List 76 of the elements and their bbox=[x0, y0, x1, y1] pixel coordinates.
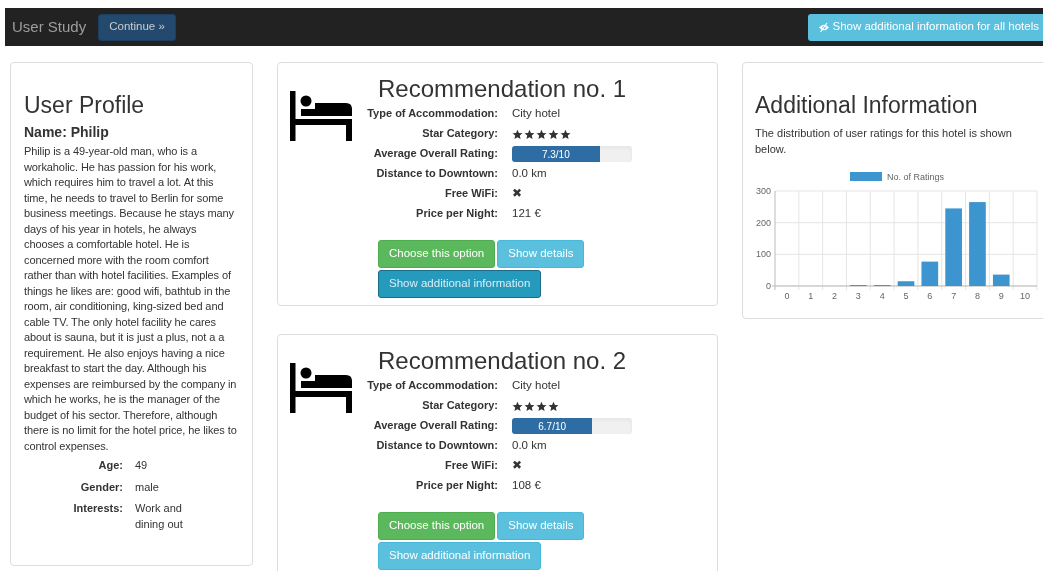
eye-slash-icon bbox=[817, 21, 830, 33]
fact-label: Interests: bbox=[73, 502, 123, 514]
rating-bar bbox=[921, 261, 939, 286]
star-icon bbox=[512, 400, 523, 412]
y-tick-label: 0 bbox=[766, 281, 771, 291]
continue-button[interactable]: Continue » bbox=[98, 13, 176, 41]
attribute-value: 0.0 km bbox=[512, 438, 547, 454]
star-icon bbox=[524, 128, 535, 140]
x-tick-label: 2 bbox=[832, 291, 838, 301]
fact-value: 49 bbox=[135, 458, 149, 473]
attribute-label: Average Overall Rating: bbox=[373, 147, 498, 160]
attribute-label: Free WiFi: bbox=[444, 187, 498, 200]
attribute-value: City hotel bbox=[512, 106, 560, 122]
rating-fill: 6.7/10 bbox=[512, 418, 593, 434]
additional-info-text: The distribution of user ratings for this hotel is shown below. bbox=[755, 126, 1013, 157]
fact-label: Gender: bbox=[80, 480, 123, 493]
attribute-value: ✖ bbox=[512, 458, 522, 474]
star-icon bbox=[560, 128, 571, 140]
x-tick-label: 1 bbox=[808, 291, 814, 301]
star-icon bbox=[536, 400, 547, 412]
x-tick-label: 10 bbox=[1020, 291, 1031, 301]
star-icon bbox=[548, 400, 559, 412]
legend-label: No. of Ratings bbox=[887, 172, 945, 182]
attribute-value: City hotel bbox=[512, 378, 560, 394]
profile-description: Philip is a 49-year-old man, who is a workaholic. He has passion for his work, which requires him to travel a lot. At this time, he needs to travel to Berlin for some business meetings. Because he stays many days of his year in hotels, he always chooses a comfortable hotel. He is concerned more with the room comfort rather than with hotel facilities. Examples of things he likes are: good wifi, bathtub in the room, air conditioning, king-sized bed and cable TV. The only hotel facility he cares about is sauna, but it is just a plus, not a a requirement. He also enjoys having a nice breakfast to start the day. Although his expenses are reimbursed by the company in which he works, he is the manager of the budget of his sector. Therefore, although there is no limit for the hotel price, he likes to control expenses. bbox=[24, 144, 238, 454]
attribute-label: Price per Night: bbox=[416, 207, 498, 220]
attribute-value: 108 € bbox=[512, 478, 541, 494]
additional-info-title: Additional Information bbox=[755, 91, 979, 119]
attribute-label: Average Overall Rating: bbox=[373, 419, 498, 432]
legend-swatch bbox=[850, 172, 882, 181]
recommendation-title: Recommendation no. 1 bbox=[378, 75, 628, 103]
x-tick-label: 7 bbox=[951, 291, 957, 301]
star-icon bbox=[536, 128, 547, 140]
fact-value: Work and dining out bbox=[135, 501, 184, 532]
x-tick-label: 4 bbox=[879, 291, 885, 301]
show-all-info-button[interactable]: Show additional information for all hotels bbox=[807, 13, 1043, 41]
attribute-label: Distance to Downtown: bbox=[376, 167, 498, 180]
brand-title[interactable]: User Study bbox=[12, 15, 87, 39]
recommendation-title: Recommendation no. 2 bbox=[378, 347, 628, 375]
x-tick-label: 3 bbox=[855, 291, 861, 301]
choose-option-button[interactable]: Choose this option bbox=[378, 512, 496, 540]
y-tick-label: 200 bbox=[755, 217, 771, 228]
bed-icon bbox=[290, 363, 352, 413]
attribute-label: Free WiFi: bbox=[444, 459, 498, 472]
profile-title: User Profile bbox=[24, 91, 146, 119]
fact-value: male bbox=[135, 479, 160, 495]
star-icon bbox=[512, 128, 523, 140]
rating-bar bbox=[992, 274, 1010, 286]
attribute-label: Type of Accommodation: bbox=[367, 379, 498, 392]
details-button[interactable]: Show details bbox=[497, 240, 585, 268]
y-tick-label: 100 bbox=[755, 249, 771, 260]
x-tick-label: 0 bbox=[784, 291, 790, 301]
attribute-label: Star Category: bbox=[422, 399, 498, 412]
rating-bar bbox=[897, 281, 915, 286]
profile-name: Name: Philip bbox=[24, 123, 110, 141]
x-tick-label: 8 bbox=[974, 291, 980, 301]
rating-fill: 7.3/10 bbox=[512, 146, 600, 162]
choose-option-button[interactable]: Choose this option bbox=[378, 240, 496, 268]
star-icon bbox=[524, 400, 535, 412]
x-tick-label: 6 bbox=[927, 291, 933, 301]
attribute-label: Price per Night: bbox=[416, 479, 498, 492]
attribute-label: Distance to Downtown: bbox=[376, 439, 498, 452]
y-tick-label: 300 bbox=[755, 186, 771, 196]
attribute-value: 121 € bbox=[512, 206, 541, 222]
bed-icon bbox=[290, 91, 352, 141]
x-tick-label: 9 bbox=[998, 291, 1004, 301]
attribute-label: Star Category: bbox=[422, 127, 498, 140]
attribute-label: Type of Accommodation: bbox=[367, 107, 498, 120]
additional-info-button[interactable]: Show additional information bbox=[378, 542, 542, 570]
x-tick-label: 5 bbox=[903, 291, 909, 301]
attribute-value: 0.0 km bbox=[512, 166, 547, 182]
star-icon bbox=[548, 128, 559, 140]
fact-label: Age: bbox=[98, 459, 123, 471]
details-button[interactable]: Show details bbox=[497, 512, 585, 540]
additional-info-button[interactable]: Show additional information bbox=[378, 270, 542, 298]
attribute-value: ✖ bbox=[512, 186, 522, 202]
